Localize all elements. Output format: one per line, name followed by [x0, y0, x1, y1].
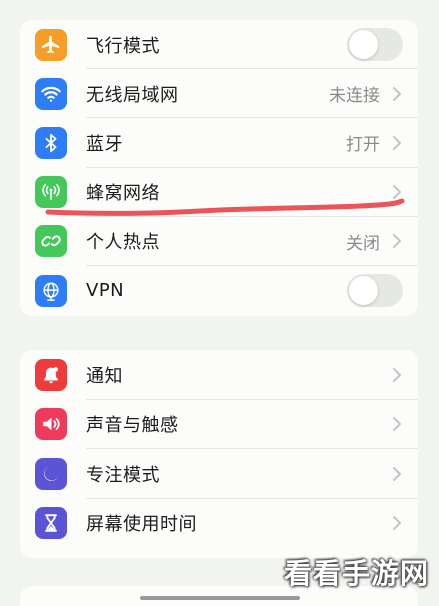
airplane-mode-row[interactable]: 飞行模式 [20, 20, 418, 70]
sounds-haptics-row[interactable]: 声音与触感 [20, 400, 418, 449]
bluetooth-status-value: 打开 [346, 135, 380, 156]
chevron-right-icon [393, 417, 401, 432]
toggle-knob [349, 276, 378, 306]
bluetooth-label: 蓝牙 [86, 133, 123, 155]
cellular-label: 蜂窝网络 [86, 183, 160, 205]
hotspot-icon [35, 225, 67, 258]
airplane-mode-label: 飞行模式 [86, 35, 160, 57]
chevron-right-icon [393, 234, 401, 249]
wifi-status-value: 未连接 [329, 86, 380, 107]
wifi-row[interactable]: 无线局域网 未连接 [20, 69, 418, 119]
airplane-mode-toggle[interactable] [347, 28, 403, 62]
wifi-icon [35, 77, 67, 110]
bell-icon [35, 358, 67, 391]
speaker-icon [35, 408, 67, 441]
vpn-label: VPN [86, 280, 125, 302]
chevron-right-icon [393, 367, 401, 382]
chevron-right-icon [393, 516, 401, 531]
cellular-row[interactable]: 蜂窝网络 [20, 168, 418, 217]
notifications-row[interactable]: 通知 [20, 350, 418, 400]
screen-time-label: 屏幕使用时间 [86, 514, 197, 536]
wifi-label: 无线局域网 [86, 84, 179, 106]
chevron-right-icon [393, 86, 401, 101]
personal-hotspot-status-value: 关闭 [346, 233, 380, 254]
home-indicator [140, 596, 300, 600]
moon-icon [35, 457, 67, 490]
bluetooth-icon [35, 126, 67, 159]
chevron-right-icon [393, 135, 401, 150]
connectivity-settings-group: 飞行模式 无线局域网 未连接 蓝牙 打开 蜂窝网络 个人热点 关闭 VPN [20, 20, 418, 316]
vpn-toggle[interactable] [347, 274, 403, 308]
airplane-icon [35, 28, 67, 61]
bluetooth-row[interactable]: 蓝牙 打开 [20, 118, 418, 168]
antenna-icon [35, 176, 67, 209]
chevron-right-icon [393, 466, 401, 481]
notifications-settings-group: 通知 声音与触感 专注模式 屏幕使用时间 [20, 350, 418, 558]
focus-row[interactable]: 专注模式 [20, 449, 418, 499]
hourglass-icon [35, 507, 67, 540]
notifications-label: 通知 [86, 365, 123, 387]
toggle-knob [349, 30, 378, 60]
personal-hotspot-row[interactable]: 个人热点 关闭 [20, 217, 418, 266]
vpn-row[interactable]: VPN [20, 266, 418, 315]
sounds-haptics-label: 声音与触感 [86, 415, 179, 437]
chevron-right-icon [393, 185, 401, 200]
globe-icon [35, 274, 67, 307]
focus-label: 专注模式 [86, 464, 160, 486]
watermark-text: 看看手游网 [283, 557, 429, 590]
screen-time-row[interactable]: 屏幕使用时间 [20, 499, 418, 549]
personal-hotspot-label: 个人热点 [86, 232, 160, 254]
